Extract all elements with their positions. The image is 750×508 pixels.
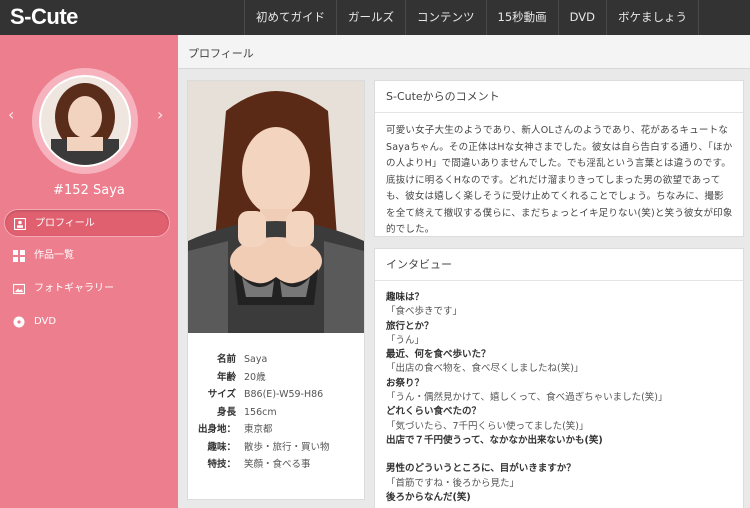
spec-row-height: 身長 156cm <box>188 404 364 422</box>
interview-question: 趣味は？ <box>386 292 425 303</box>
avatar-frame <box>32 68 138 174</box>
next-model-arrow-icon[interactable]: › <box>157 105 163 124</box>
interview-answer: 「気づいたら、7千円くらい使ってました(笑)」 <box>386 420 589 432</box>
comment-text: 可愛い女子大生のようであり、新人OLさんのようであり、花があるキュートなSaya… <box>386 125 733 235</box>
page-title: プロフィール <box>188 47 254 60</box>
sidebar-item-label: 作品一覧 <box>34 250 74 261</box>
nav-dvd[interactable]: DVD <box>557 0 606 35</box>
spec-value: 笑顔・食べる事 <box>244 459 311 470</box>
spec-row-age: 年齢 20歳 <box>188 369 364 387</box>
nav-boke[interactable]: ボケましょう <box>606 0 700 35</box>
interview-list: 趣味は？ 「食べ歩きです」 旅行とか？ 「うん」 最近、何を食べ歩いた？ 「出店… <box>375 281 743 505</box>
prev-model-arrow-icon[interactable]: ‹ <box>8 105 14 124</box>
spec-label: 名前 <box>216 354 236 365</box>
interview-question: 旅行とか？ <box>386 320 434 332</box>
spec-row-size: サイズ B86(E)-W59-H86 <box>188 386 364 404</box>
spec-label: サイズ <box>207 389 236 400</box>
spec-label: 年齢 <box>216 371 236 383</box>
interview-card: インタビュー 趣味は？ 「食べ歩きです」 旅行とか？ 「うん」 最近、何を食べ歩… <box>374 248 744 508</box>
nav-contents[interactable]: コンテンツ <box>405 0 486 35</box>
model-name: #152 Saya <box>53 183 125 198</box>
sidebar-item-dvd[interactable]: DVD <box>4 308 170 336</box>
top-bar: S-Cute 初めてガイド ガールズ コンテンツ 15秒動画 DVD ボケましょ… <box>0 0 750 35</box>
interview-answer: 「うん・偶然見かけて、嬉しくって、食べ過ぎちゃいました(笑)」 <box>386 392 668 404</box>
profile-icon <box>14 218 26 230</box>
spec-label: 趣味： <box>207 441 236 453</box>
grid-icon <box>13 250 25 262</box>
spec-value: B86(E)-W59-H86 <box>244 389 324 400</box>
sidebar-item-profile[interactable]: プロフィール <box>4 209 170 237</box>
profile-specs: 名前 Saya 年齢 20歳 サイズ B86(E)-W59-H86 身長 156… <box>188 351 364 474</box>
spec-value: 散歩・旅行・買い物 <box>244 441 330 453</box>
avatar[interactable] <box>39 75 131 167</box>
spec-row-skill: 特技： 笑顔・食べる事 <box>188 456 364 474</box>
disc-icon <box>13 316 25 328</box>
spec-row-hometown: 出身地： 東京都 <box>188 421 364 439</box>
sidebar-item-label: DVD <box>34 316 57 327</box>
sidebar-menu: プロフィール 作品一覧 フォトギャラリー DVD <box>4 209 170 341</box>
nav-girls[interactable]: ガールズ <box>336 0 405 35</box>
comment-card: S-Cuteからのコメント 可愛い女子大生のようであり、新人OLさんのようであり… <box>374 80 744 237</box>
spec-value: 20歳 <box>244 371 266 383</box>
interview-answer: 「出店の食べ物を、食べ尽くしましたね(笑)」 <box>386 363 584 375</box>
spec-value: 156cm <box>244 406 277 418</box>
profile-card: 名前 Saya 年齢 20歳 サイズ B86(E)-W59-H86 身長 156… <box>187 80 365 500</box>
interview-title: インタビュー <box>375 249 743 281</box>
site-logo[interactable]: S-Cute <box>10 3 78 31</box>
comment-title: S-Cuteからのコメント <box>375 81 743 113</box>
spec-label: 出身地： <box>197 424 236 435</box>
interview-question: 出店で７千円使うって、なかなか出来ないかも(笑) <box>386 434 603 446</box>
photo-icon <box>13 283 25 295</box>
interview-question: 最近、何を食べ歩いた？ <box>386 349 491 361</box>
profile-photo[interactable] <box>188 81 364 333</box>
interview-answer: 「うん」 <box>386 334 425 346</box>
spec-value: Saya <box>244 354 268 365</box>
spec-value: 東京都 <box>244 424 273 435</box>
interview-question: どれくらい食べたの？ <box>386 406 482 418</box>
interview-question: 後ろからなんだ(笑) <box>386 491 471 503</box>
spec-row-hobby: 趣味： 散歩・旅行・買い物 <box>188 439 364 457</box>
sidebar: ‹ › #152 Saya プロフィール 作品一覧 フォトギャラリー DVD <box>0 35 178 508</box>
interview-question: お祭り？ <box>386 377 425 389</box>
spec-label: 特技： <box>207 459 236 470</box>
interview-question: 男性のどういうところに、目がいきますか？ <box>386 463 576 475</box>
sidebar-item-works[interactable]: 作品一覧 <box>4 242 170 270</box>
sidebar-item-label: フォトギャラリー <box>34 283 114 294</box>
page-header: プロフィール <box>178 35 750 69</box>
interview-answer: 「食べ歩きです」 <box>386 306 463 318</box>
sidebar-item-label: プロフィール <box>35 218 95 229</box>
spec-label: 身長 <box>216 406 236 418</box>
sidebar-item-photo-gallery[interactable]: フォトギャラリー <box>4 275 170 303</box>
nav-15sec-video[interactable]: 15秒動画 <box>485 0 558 35</box>
nav-guide[interactable]: 初めてガイド <box>244 0 336 35</box>
spec-row-name: 名前 Saya <box>188 351 364 369</box>
main-nav: 初めてガイド ガールズ コンテンツ 15秒動画 DVD ボケましょう <box>244 0 700 35</box>
interview-answer: 「首筋ですね・後ろから見た」 <box>386 477 520 489</box>
interview-spacer <box>386 448 733 462</box>
